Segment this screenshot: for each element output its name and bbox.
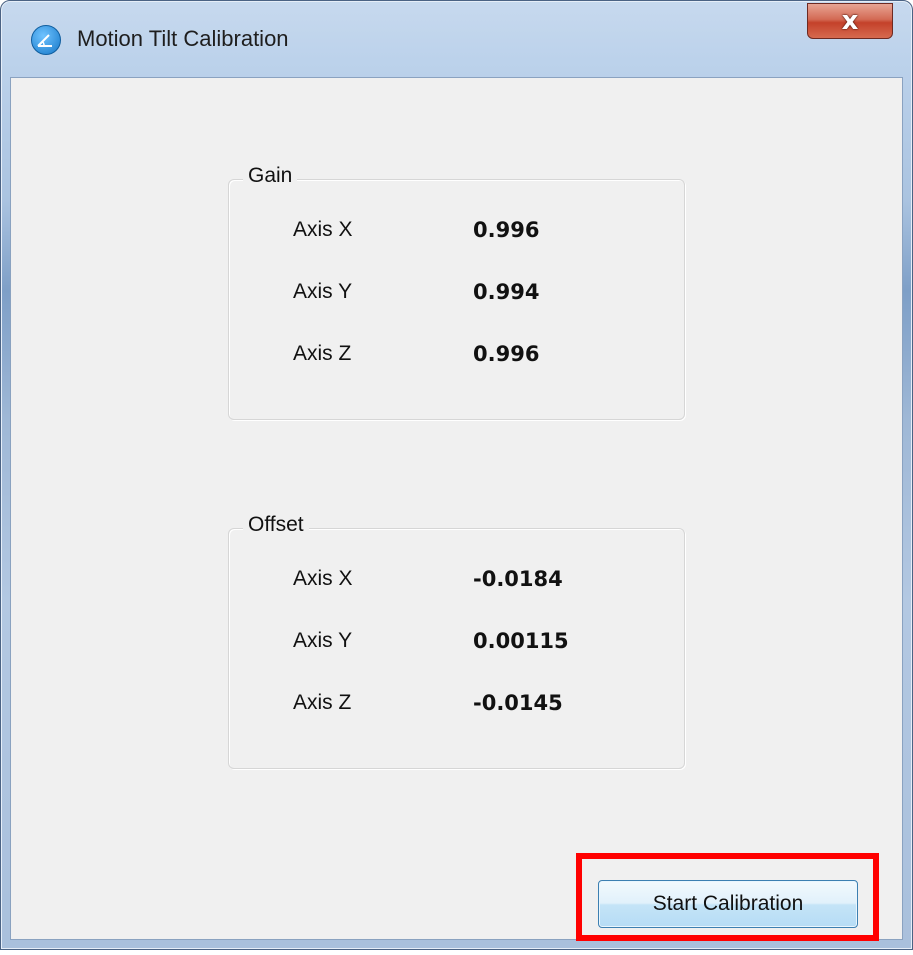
gain-x-label: Axis X xyxy=(293,218,353,241)
offset-row-y: Axis Y 0.00115 xyxy=(229,629,684,659)
close-button[interactable]: x xyxy=(807,3,893,39)
start-calibration-button[interactable]: Start Calibration xyxy=(598,880,858,928)
offset-group-title: Offset xyxy=(243,513,309,537)
gain-row-z: Axis Z 0.996 xyxy=(229,342,684,372)
gain-group: Gain Axis X 0.996 Axis Y 0.994 Axis Z 0.… xyxy=(228,164,685,420)
close-icon: x xyxy=(841,6,859,36)
gain-row-x: Axis X 0.996 xyxy=(229,218,684,248)
offset-x-label: Axis X xyxy=(293,567,353,590)
client-area: Gain Axis X 0.996 Axis Y 0.994 Axis Z 0.… xyxy=(10,77,903,940)
window-title: Motion Tilt Calibration xyxy=(77,26,289,51)
gain-y-value: 0.994 xyxy=(473,280,540,304)
offset-y-label: Axis Y xyxy=(293,629,353,652)
offset-z-value: -0.0145 xyxy=(473,691,563,715)
offset-y-value: 0.00115 xyxy=(473,629,569,653)
calibration-window: Motion Tilt Calibration x Gain Axis X 0.… xyxy=(0,0,913,950)
gain-x-value: 0.996 xyxy=(473,218,540,242)
offset-z-label: Axis Z xyxy=(293,691,352,714)
gain-z-label: Axis Z xyxy=(293,342,352,365)
offset-group: Offset Axis X -0.0184 Axis Y 0.00115 Axi… xyxy=(228,513,685,769)
gain-row-y: Axis Y 0.994 xyxy=(229,280,684,310)
gain-z-value: 0.996 xyxy=(473,342,540,366)
offset-row-x: Axis X -0.0184 xyxy=(229,567,684,597)
gain-group-title: Gain xyxy=(243,164,298,188)
tilt-angle-icon xyxy=(31,25,61,55)
offset-x-value: -0.0184 xyxy=(473,567,563,591)
title-bar[interactable]: Motion Tilt Calibration x xyxy=(1,1,912,77)
gain-y-label: Axis Y xyxy=(293,280,353,303)
offset-row-z: Axis Z -0.0145 xyxy=(229,691,684,721)
